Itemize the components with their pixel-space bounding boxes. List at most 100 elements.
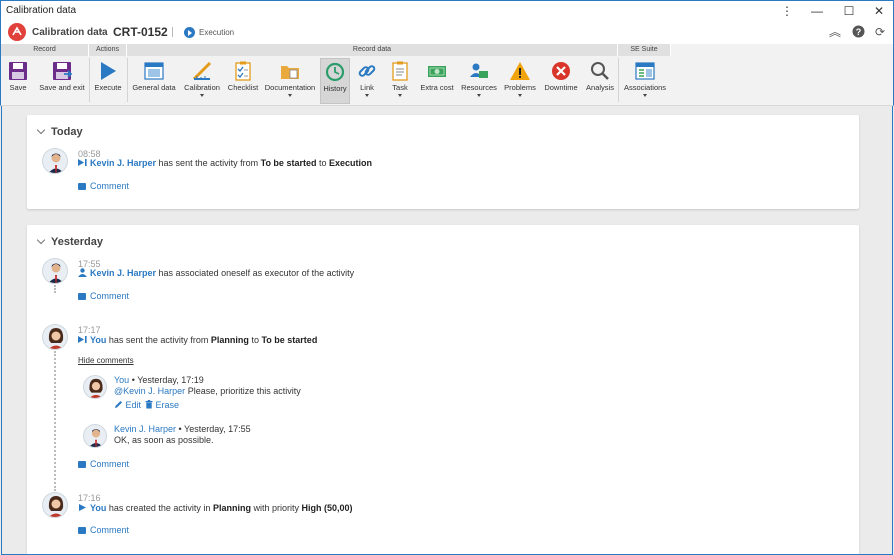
comment-icon: [78, 527, 86, 534]
divider: [89, 58, 90, 102]
problems-button[interactable]: Problems: [503, 58, 537, 104]
checklist-icon: [235, 61, 251, 81]
comment-avatar-you: [83, 375, 107, 399]
yesterday-section: Yesterday 17:55 Kevin J. Harper has asso…: [27, 225, 859, 554]
window-form-icon: [144, 62, 164, 80]
stop-x-icon: [552, 62, 570, 80]
send-arrow-icon: [78, 336, 87, 343]
breadcrumb-parent[interactable]: Calibration data: [32, 27, 108, 38]
dropdown-arrow-icon: [643, 94, 647, 97]
avatar-kevin: [42, 148, 68, 174]
comment-icon: [78, 183, 86, 190]
today-section: Today 08:58 Kevin J. Harper has sent the…: [27, 115, 859, 209]
help-icon[interactable]: ?: [851, 25, 865, 39]
timeline-connector: [54, 351, 56, 491]
history-entry-text: You has sent the activity from Planning …: [78, 335, 317, 345]
documentation-button[interactable]: Documentation: [264, 58, 316, 104]
link-chain-icon: [358, 65, 376, 77]
resources-icon: [470, 63, 488, 78]
user-link[interactable]: You: [90, 335, 106, 345]
section-toggle-today[interactable]: Today: [36, 125, 83, 138]
app-logo-icon: [8, 23, 26, 41]
save-and-exit-button[interactable]: Save and exit: [36, 58, 88, 104]
link-button[interactable]: Link: [353, 58, 381, 104]
checklist-button[interactable]: Checklist: [226, 58, 260, 104]
avatar-you: [42, 324, 68, 350]
user-link[interactable]: Kevin J. Harper: [90, 158, 156, 168]
executor-user-icon: [78, 268, 87, 277]
refresh-icon[interactable]: ⟳: [873, 25, 887, 39]
entry-time: 17:16: [78, 493, 101, 503]
comment-avatar-kevin: [83, 424, 107, 448]
calibration-ruler-icon: [192, 61, 212, 81]
create-play-icon: [79, 504, 86, 511]
comment-timestamp: Yesterday, 17:19: [137, 375, 204, 385]
comment-link[interactable]: Comment: [78, 291, 129, 301]
comment-link[interactable]: Comment: [78, 181, 129, 191]
close-button[interactable]: ✕: [863, 1, 894, 21]
collapse-up-icon[interactable]: ︽: [828, 25, 842, 39]
divider: [618, 58, 619, 102]
hide-comments-link[interactable]: Hide comments: [78, 356, 134, 365]
chevron-down-icon: [36, 235, 46, 245]
app-header: Calibration data › CRT-0152 Execution ︽ …: [0, 21, 894, 44]
trash-icon: [145, 400, 153, 409]
section-toggle-yesterday[interactable]: Yesterday: [36, 235, 103, 248]
svg-text:?: ?: [855, 27, 861, 37]
comment-link[interactable]: Comment: [78, 525, 129, 535]
associations-button[interactable]: Associations: [622, 58, 668, 104]
timeline-connector: [54, 285, 56, 293]
user-mention[interactable]: @Kevin J. Harper: [114, 386, 185, 396]
save-exit-icon: [53, 62, 73, 80]
ribbon-toolbar: Record Actions Record data SE Suite Save…: [0, 44, 894, 106]
record-id: CRT-0152: [113, 25, 168, 39]
execute-button[interactable]: Execute: [93, 58, 123, 104]
folder-icon: [281, 66, 299, 79]
history-entry-text: You has created the activity in Planning…: [78, 503, 353, 513]
window-titlebar: Calibration data ⋮ — ☐ ✕: [0, 0, 894, 21]
save-button[interactable]: Save: [4, 58, 32, 104]
group-se-suite: SE Suite: [618, 44, 671, 56]
comment-body: @Kevin J. Harper Please, prioritize this…: [114, 386, 301, 396]
resources-button[interactable]: Resources: [460, 58, 498, 104]
group-record: Record: [1, 44, 89, 56]
comment-icon: [78, 461, 86, 468]
execution-status-icon: [184, 27, 195, 38]
task-clipboard-icon: [392, 61, 408, 81]
history-button[interactable]: History: [320, 58, 350, 104]
erase-comment-button[interactable]: Erase: [145, 400, 179, 410]
calibration-button[interactable]: Calibration: [182, 58, 222, 104]
task-button[interactable]: Task: [386, 58, 414, 104]
user-link[interactable]: Kevin J. Harper: [90, 268, 156, 278]
edit-comment-button[interactable]: Edit: [114, 400, 141, 410]
magnifier-icon: [591, 62, 609, 80]
maximize-button[interactable]: ☐: [833, 1, 865, 21]
comment-author[interactable]: You: [114, 375, 129, 385]
minimize-button[interactable]: —: [801, 1, 833, 21]
avatar-kevin: [42, 258, 68, 284]
extra-cost-button[interactable]: Extra cost: [418, 58, 456, 104]
divider: [127, 58, 128, 102]
avatar-you: [42, 492, 68, 518]
execute-play-icon: [101, 62, 116, 80]
history-entry-text: Kevin J. Harper has associated oneself a…: [78, 268, 354, 278]
comment-author[interactable]: Kevin J. Harper: [114, 424, 176, 434]
comment-header: You • Yesterday, 17:19: [114, 375, 204, 385]
comment-icon: [78, 293, 86, 300]
more-vertical-icon[interactable]: ⋮: [771, 1, 803, 21]
comment-timestamp: Yesterday, 17:55: [184, 424, 251, 434]
downtime-button[interactable]: Downtime: [542, 58, 580, 104]
window-title: Calibration data: [6, 5, 77, 16]
chevron-down-icon: [36, 125, 46, 135]
dropdown-arrow-icon: [288, 94, 292, 97]
history-content: Today 08:58 Kevin J. Harper has sent the…: [1, 106, 893, 555]
send-arrow-icon: [78, 159, 87, 166]
divider: [172, 27, 173, 37]
analysis-button[interactable]: Analysis: [583, 58, 617, 104]
dropdown-arrow-icon: [518, 94, 522, 97]
comment-link[interactable]: Comment: [78, 459, 129, 469]
user-link[interactable]: You: [90, 503, 106, 513]
warning-icon: [510, 62, 530, 80]
history-entry-text: Kevin J. Harper has sent the activity fr…: [78, 158, 372, 168]
general-data-button[interactable]: General data: [131, 58, 177, 104]
